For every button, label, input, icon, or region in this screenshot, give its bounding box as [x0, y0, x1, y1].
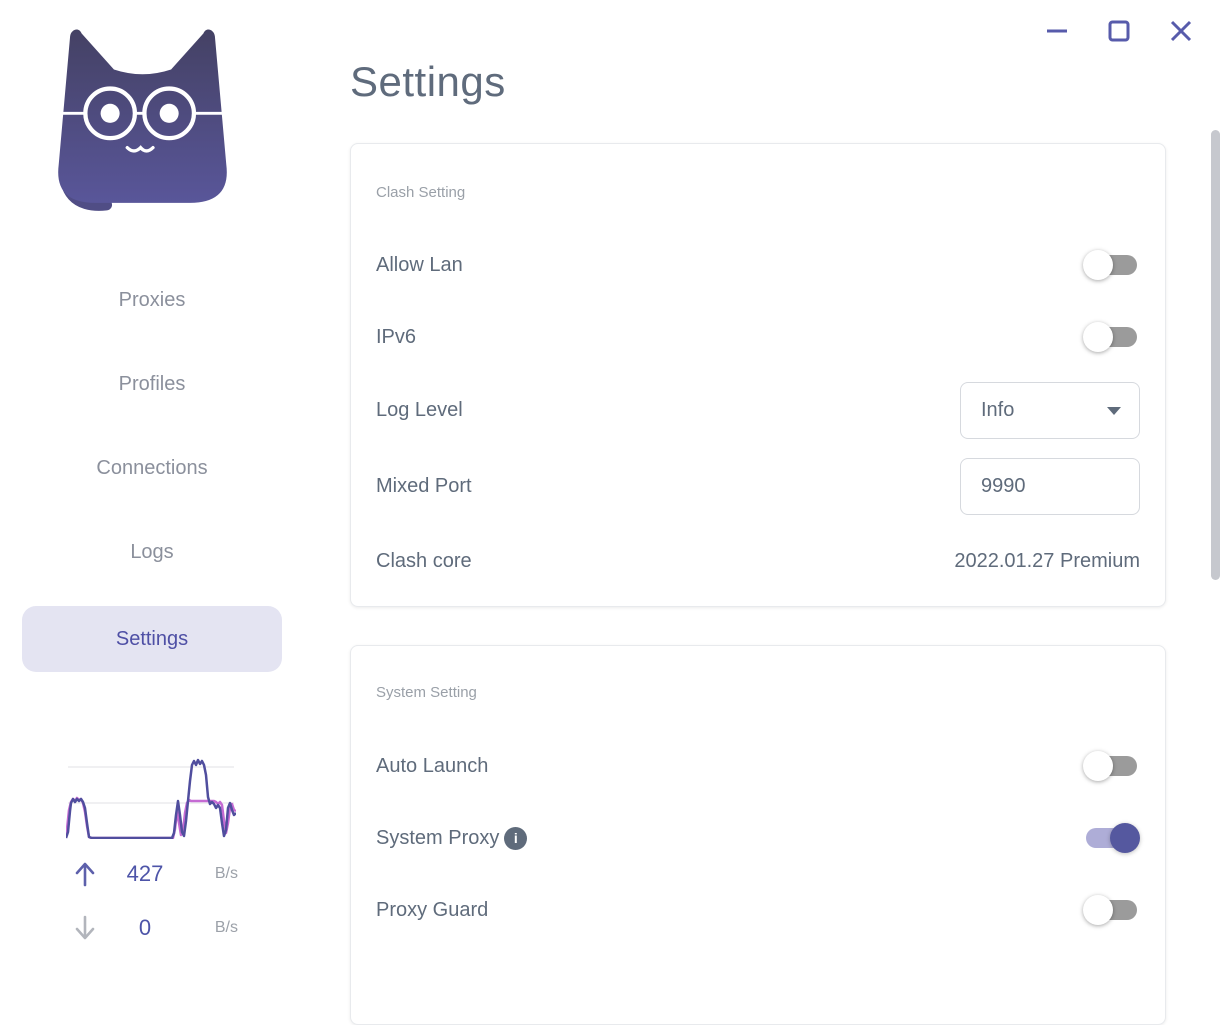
log-level-select[interactable]: Info — [960, 382, 1140, 439]
clash-setting-section-title: Clash Setting — [376, 184, 466, 201]
sidebar-item-logs[interactable]: Logs — [22, 522, 282, 582]
system-setting-section-title: System Setting — [376, 684, 477, 701]
clash-settings-window: Proxies Profiles Connections Logs Settin… — [0, 0, 1222, 1025]
upload-rate-row: 427 B/s — [66, 858, 238, 890]
system-proxy-toggle[interactable] — [1083, 823, 1140, 853]
sidebar-item-settings[interactable]: Settings — [22, 606, 282, 672]
traffic-chart — [66, 758, 236, 839]
clash-core-row: Clash core 2022.01.27 Premium — [376, 533, 1140, 589]
upload-arrow-icon — [75, 862, 95, 887]
sidebar-item-proxies[interactable]: Proxies — [22, 270, 282, 330]
system-proxy-row: System Proxy i — [376, 810, 1140, 866]
sidebar-nav: Proxies Profiles Connections Logs Settin… — [22, 270, 282, 696]
download-rate-row: 0 B/s — [66, 912, 238, 944]
chevron-down-icon — [1107, 406, 1121, 415]
toggle-thumb — [1083, 895, 1113, 925]
auto-launch-row: Auto Launch — [376, 738, 1140, 794]
toggle-thumb — [1083, 322, 1113, 352]
info-icon[interactable]: i — [504, 826, 528, 850]
scrollbar-thumb[interactable] — [1211, 130, 1220, 580]
allow-lan-label: Allow Lan — [376, 253, 463, 276]
close-icon — [1170, 20, 1192, 42]
window-controls — [1040, 14, 1198, 48]
mixed-port-field-wrap — [960, 458, 1140, 515]
mixed-port-label: Mixed Port — [376, 475, 472, 497]
allow-lan-row: Allow Lan — [376, 237, 1140, 293]
toggle-thumb — [1110, 823, 1140, 853]
ipv6-toggle[interactable] — [1083, 322, 1140, 352]
ipv6-row: IPv6 — [376, 309, 1140, 365]
log-level-selected-value: Info — [981, 399, 1015, 421]
download-arrow-icon — [75, 915, 95, 940]
clash-setting-card: Clash Setting Allow Lan IPv6 Log Level I… — [350, 143, 1166, 607]
allow-lan-toggle[interactable] — [1083, 250, 1140, 280]
clash-core-label: Clash core — [376, 549, 472, 572]
auto-launch-toggle[interactable] — [1083, 751, 1140, 781]
minimize-button[interactable] — [1040, 14, 1074, 48]
upload-rate-unit: B/s — [214, 865, 238, 882]
download-rate-unit: B/s — [214, 919, 238, 936]
mixed-port-row: Mixed Port — [376, 458, 1140, 515]
system-proxy-label-text: System Proxy — [376, 826, 500, 849]
log-level-label: Log Level — [376, 399, 463, 421]
upload-line — [66, 758, 236, 839]
upload-rate-value: 427 — [126, 861, 164, 886]
clash-core-version: 2022.01.27 Premium — [954, 549, 1140, 572]
maximize-icon — [1108, 20, 1130, 42]
log-level-row: Log Level Info — [376, 382, 1140, 439]
proxy-guard-toggle[interactable] — [1083, 895, 1140, 925]
mixed-port-input[interactable] — [960, 458, 1140, 515]
sidebar-item-profiles[interactable]: Profiles — [22, 354, 282, 414]
proxy-guard-row: Proxy Guard — [376, 882, 1140, 938]
toggle-thumb — [1083, 250, 1113, 280]
close-button[interactable] — [1164, 14, 1198, 48]
clash-cat-logo-icon — [58, 29, 227, 211]
proxy-guard-label: Proxy Guard — [376, 898, 489, 921]
system-setting-card: System Setting Auto Launch System Proxy … — [350, 645, 1166, 1025]
sidebar-item-connections[interactable]: Connections — [22, 438, 282, 498]
system-proxy-label: System Proxy i — [376, 826, 528, 850]
auto-launch-label: Auto Launch — [376, 754, 489, 777]
download-rate-value: 0 — [138, 915, 152, 940]
minimize-icon — [1047, 29, 1067, 33]
page-title: Settings — [350, 58, 506, 105]
maximize-button[interactable] — [1102, 14, 1136, 48]
toggle-thumb — [1083, 751, 1113, 781]
sidebar: Proxies Profiles Connections Logs Settin… — [0, 0, 305, 956]
ipv6-label: IPv6 — [376, 325, 417, 348]
